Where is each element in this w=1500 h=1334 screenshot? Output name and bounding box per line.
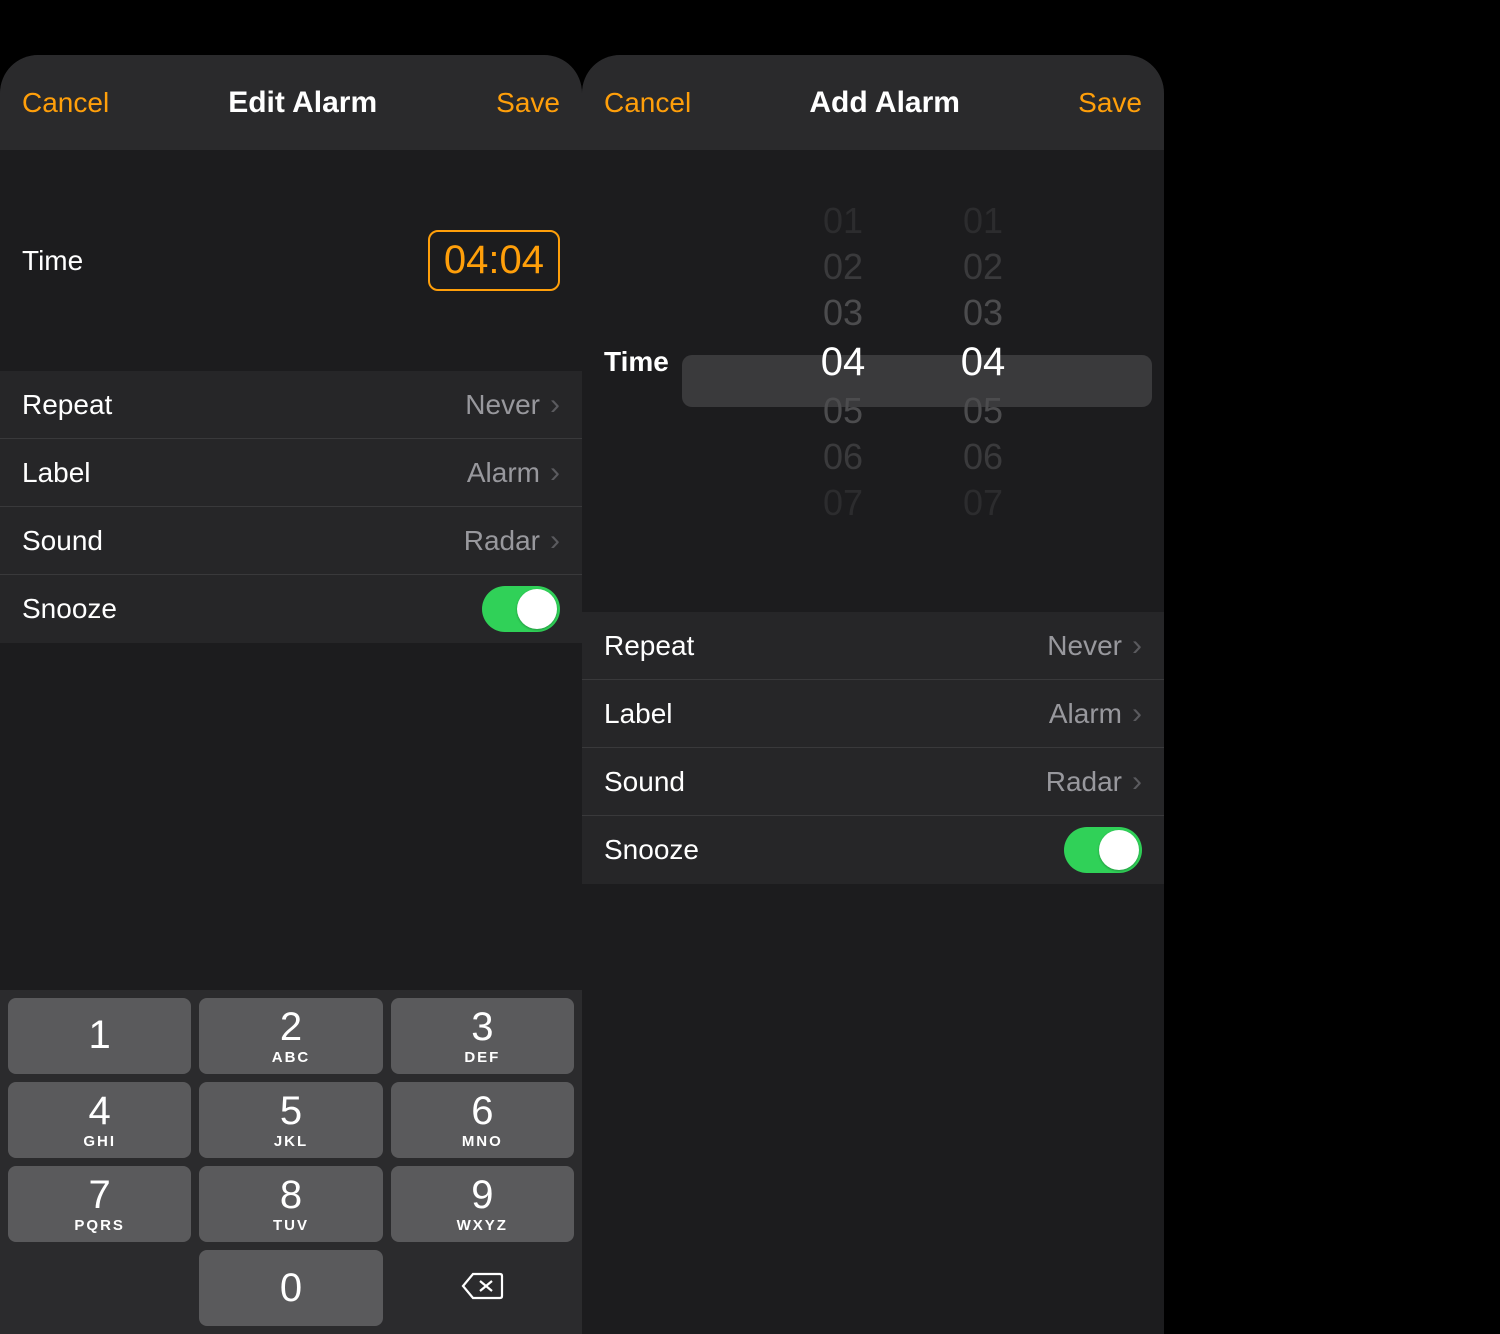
digit-label: 5 <box>280 1091 302 1131</box>
keypad-6[interactable]: 6 MNO <box>391 1082 574 1158</box>
letters-label: WXYZ <box>457 1217 508 1234</box>
keypad-1[interactable]: 1 <box>8 998 191 1074</box>
digit-label: 4 <box>89 1091 111 1131</box>
letters-label: TUV <box>273 1217 309 1234</box>
digit-label: 0 <box>280 1268 302 1308</box>
page-title: Add Alarm <box>691 86 1078 120</box>
sound-row[interactable]: Sound Radar › <box>582 748 1164 816</box>
hour-wheel[interactable]: 01 02 03 04 05 06 07 <box>808 198 878 526</box>
keypad-3[interactable]: 3 DEF <box>391 998 574 1074</box>
wheel-value: 05 <box>823 388 863 434</box>
sound-key: Sound <box>22 525 103 557</box>
label-value: Alarm <box>467 457 540 489</box>
keypad-0[interactable]: 0 <box>199 1250 382 1326</box>
keypad-2[interactable]: 2 ABC <box>199 998 382 1074</box>
snooze-key: Snooze <box>22 593 117 625</box>
sound-value: Radar <box>1046 766 1122 798</box>
wheel-value: 06 <box>823 434 863 480</box>
label-key: Label <box>22 457 91 489</box>
wheel-value: 02 <box>963 244 1003 290</box>
label-row[interactable]: Label Alarm › <box>582 680 1164 748</box>
wheel-value: 03 <box>823 290 863 336</box>
add-alarm-panel: Cancel Add Alarm Save Time 01 02 03 04 0… <box>582 55 1164 1334</box>
digit-label: 9 <box>471 1175 493 1215</box>
repeat-row[interactable]: Repeat Never › <box>582 612 1164 680</box>
wheel-value: 01 <box>963 198 1003 244</box>
sound-key: Sound <box>604 766 685 798</box>
keypad-7[interactable]: 7 PQRS <box>8 1166 191 1242</box>
letters-label: ABC <box>272 1049 311 1066</box>
wheel-value: 02 <box>823 244 863 290</box>
add-alarm-header: Cancel Add Alarm Save <box>582 55 1164 150</box>
page-title: Edit Alarm <box>109 86 496 120</box>
sound-row[interactable]: Sound Radar › <box>0 507 582 575</box>
letters-label: GHI <box>83 1133 116 1150</box>
repeat-key: Repeat <box>22 389 112 421</box>
repeat-row[interactable]: Repeat Never › <box>0 371 582 439</box>
chevron-right-icon: › <box>1132 629 1142 663</box>
keypad-5[interactable]: 5 JKL <box>199 1082 382 1158</box>
keypad-delete[interactable] <box>391 1250 574 1326</box>
wheel-value: 06 <box>963 434 1003 480</box>
repeat-key: Repeat <box>604 630 694 662</box>
digit-label: 2 <box>280 1007 302 1047</box>
keypad-blank <box>8 1250 191 1326</box>
cancel-button[interactable]: Cancel <box>604 87 691 119</box>
keypad-9[interactable]: 9 WXYZ <box>391 1166 574 1242</box>
minute-wheel[interactable]: 01 02 03 04 05 06 07 <box>948 198 1018 526</box>
wheel-value: 07 <box>823 480 863 526</box>
label-row[interactable]: Label Alarm › <box>0 439 582 507</box>
time-input[interactable]: 04:04 <box>428 230 560 291</box>
label-key: Label <box>604 698 673 730</box>
snooze-row: Snooze <box>582 816 1164 884</box>
chevron-right-icon: › <box>1132 765 1142 799</box>
digit-label: 6 <box>471 1091 493 1131</box>
save-button[interactable]: Save <box>496 87 560 119</box>
repeat-value: Never <box>1047 630 1122 662</box>
save-button[interactable]: Save <box>1078 87 1142 119</box>
digit-label: 1 <box>89 1015 111 1055</box>
letters-label: JKL <box>274 1133 308 1150</box>
backspace-icon <box>460 1270 504 1307</box>
wheel-value-selected: 04 <box>961 336 1006 388</box>
letters-label: DEF <box>464 1049 500 1066</box>
digit-label: 3 <box>471 1007 493 1047</box>
snooze-key: Snooze <box>604 834 699 866</box>
wheel-value: 07 <box>963 480 1003 526</box>
chevron-right-icon: › <box>1132 697 1142 731</box>
wheel-value: 05 <box>963 388 1003 434</box>
edit-alarm-header: Cancel Edit Alarm Save <box>0 55 582 150</box>
time-picker-section: Time 01 02 03 04 05 06 07 01 02 03 04 05 <box>582 150 1164 612</box>
digit-label: 8 <box>280 1175 302 1215</box>
keypad-8[interactable]: 8 TUV <box>199 1166 382 1242</box>
cancel-button[interactable]: Cancel <box>22 87 109 119</box>
chevron-right-icon: › <box>550 456 560 490</box>
numeric-keypad: 1 2 ABC 3 DEF 4 GHI 5 JKL 6 MNO 7 PQRS 8 TUV 9 W… <box>0 990 582 1334</box>
chevron-right-icon: › <box>550 524 560 558</box>
time-section: Time 04:04 <box>0 150 582 371</box>
sound-value: Radar <box>464 525 540 557</box>
letters-label: PQRS <box>74 1217 125 1234</box>
chevron-right-icon: › <box>550 388 560 422</box>
keypad-4[interactable]: 4 GHI <box>8 1082 191 1158</box>
edit-alarm-panel: Cancel Edit Alarm Save Time 04:04 Repeat… <box>0 55 582 1334</box>
time-label: Time <box>22 245 83 277</box>
settings-list: Repeat Never › Label Alarm › Sound Radar… <box>582 612 1164 884</box>
snooze-toggle[interactable] <box>482 586 560 632</box>
snooze-row: Snooze <box>0 575 582 643</box>
snooze-toggle[interactable] <box>1064 827 1142 873</box>
time-label: Time <box>604 346 682 378</box>
wheel-value-selected: 04 <box>821 336 866 388</box>
repeat-value: Never <box>465 389 540 421</box>
wheel-value: 03 <box>963 290 1003 336</box>
letters-label: MNO <box>462 1133 503 1150</box>
label-value: Alarm <box>1049 698 1122 730</box>
digit-label: 7 <box>89 1175 111 1215</box>
wheel-value: 01 <box>823 198 863 244</box>
settings-list: Repeat Never › Label Alarm › Sound Radar… <box>0 371 582 643</box>
